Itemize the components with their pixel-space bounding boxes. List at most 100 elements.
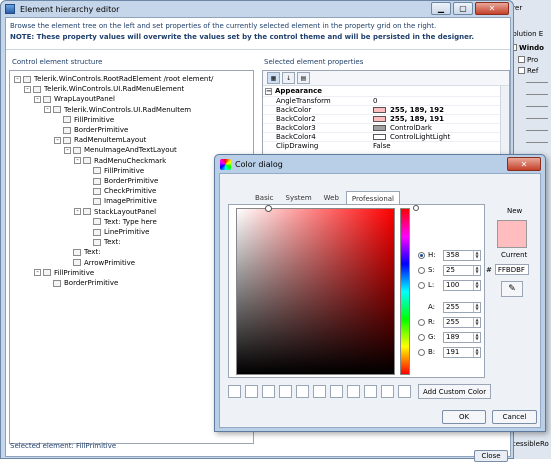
property-row[interactable]: ClipDrawing False bbox=[263, 141, 509, 150]
property-row[interactable]: BackColor3 ControlDark bbox=[263, 123, 509, 132]
tree-node[interactable]: FillPrimitive bbox=[84, 166, 144, 176]
alphabetical-button[interactable]: ↓ bbox=[282, 72, 295, 84]
collapse-icon[interactable]: - bbox=[54, 136, 61, 144]
custom-color-slot[interactable] bbox=[347, 385, 360, 398]
color-dialog-title-bar[interactable]: Color dialog bbox=[215, 155, 545, 173]
spinner-arrows-icon[interactable]: ▲ ▼ bbox=[473, 317, 480, 327]
close-button[interactable]: Close bbox=[474, 450, 508, 462]
radio-button[interactable] bbox=[418, 318, 425, 326]
tree-node[interactable]: Text: bbox=[64, 247, 101, 257]
numeric-spinner[interactable]: 358 ▲ ▼ bbox=[443, 249, 481, 261]
custom-color-slot[interactable] bbox=[381, 385, 394, 398]
property-value[interactable]: 255, 189, 192 bbox=[370, 106, 509, 114]
add-custom-color-button[interactable]: Add Custom Color bbox=[418, 384, 492, 399]
radio-button[interactable] bbox=[418, 266, 425, 274]
hex-input[interactable]: FFBDBF bbox=[494, 264, 529, 275]
custom-color-slot[interactable] bbox=[398, 385, 411, 398]
collapse-icon[interactable]: - bbox=[34, 269, 41, 277]
hue-slider[interactable] bbox=[400, 208, 410, 375]
spinner-arrows-icon[interactable]: ▲ ▼ bbox=[473, 250, 480, 260]
numeric-spinner[interactable]: 255 ▲ ▼ bbox=[443, 316, 481, 328]
tree-node[interactable]: Text: Type here bbox=[84, 217, 157, 227]
tree-node[interactable]: - FillPrimitive bbox=[34, 268, 94, 278]
spinner-arrows-icon[interactable]: ▲ ▼ bbox=[473, 347, 480, 357]
ide-tree-item[interactable]: Pro bbox=[518, 55, 538, 64]
tab-system[interactable]: System bbox=[281, 191, 317, 205]
numeric-spinner[interactable]: 191 ▲ ▼ bbox=[443, 346, 481, 358]
spinner-arrows-icon[interactable]: ▲ ▼ bbox=[473, 332, 480, 342]
tree-node[interactable]: Text: bbox=[84, 237, 121, 247]
tree-node[interactable]: - Telerik.WinControls.UI.RadMenuItem bbox=[44, 105, 191, 115]
collapse-icon[interactable]: - bbox=[24, 85, 31, 93]
radio-button[interactable] bbox=[418, 333, 425, 341]
tree-node[interactable]: BorderPrimitive bbox=[44, 278, 118, 288]
custom-color-slot[interactable] bbox=[279, 385, 292, 398]
custom-color-slot[interactable] bbox=[228, 385, 241, 398]
eyedropper-button[interactable]: ✎ bbox=[501, 281, 523, 297]
collapse-icon[interactable]: - bbox=[74, 208, 81, 216]
saturation-value-picker[interactable] bbox=[236, 208, 395, 375]
property-row[interactable]: BackColor4 ControlLightLight bbox=[263, 132, 509, 141]
tree-node[interactable]: LinePrimitive bbox=[84, 227, 149, 237]
numeric-spinner[interactable]: 100 ▲ ▼ bbox=[443, 279, 481, 291]
numeric-spinner[interactable]: 189 ▲ ▼ bbox=[443, 331, 481, 343]
tree-node[interactable]: BorderPrimitive bbox=[54, 125, 128, 135]
spinner-arrows-icon[interactable]: ▲ ▼ bbox=[473, 265, 480, 275]
property-row[interactable]: BackColor2 255, 189, 191 bbox=[263, 114, 509, 123]
tree-node[interactable]: - Telerik.WinControls.RootRadElement /roo… bbox=[14, 74, 213, 84]
tree-node[interactable]: - Telerik.WinControls.UI.RadMenuElement bbox=[24, 84, 184, 94]
property-row[interactable]: BackColor 255, 189, 192 bbox=[263, 105, 509, 114]
custom-color-slot[interactable] bbox=[296, 385, 309, 398]
radio-button[interactable] bbox=[418, 251, 425, 259]
property-value[interactable]: ControlDark bbox=[370, 124, 509, 132]
minimize-button[interactable]: ▁ bbox=[431, 2, 451, 15]
property-pages-button[interactable]: ▤ bbox=[297, 72, 310, 84]
custom-color-slot[interactable] bbox=[364, 385, 377, 398]
property-value[interactable]: ControlLightLight bbox=[370, 133, 509, 141]
radio-button[interactable] bbox=[418, 348, 425, 356]
tree-node[interactable]: - RadMenuCheckmark bbox=[74, 156, 166, 166]
property-value[interactable]: False bbox=[370, 142, 509, 150]
sv-cursor-handle[interactable] bbox=[265, 205, 272, 212]
property-value[interactable]: 255, 189, 191 bbox=[370, 115, 509, 123]
tab-basic[interactable]: Basic bbox=[250, 191, 279, 205]
collapse-icon[interactable]: − bbox=[265, 87, 272, 95]
property-value[interactable]: 0 bbox=[370, 97, 509, 105]
tree-node[interactable]: - MenuImageAndTextLayout bbox=[64, 145, 177, 155]
tab-web[interactable]: Web bbox=[319, 191, 344, 205]
collapse-icon[interactable]: - bbox=[14, 75, 21, 83]
custom-color-slot[interactable] bbox=[330, 385, 343, 398]
tree-node[interactable]: FillPrimitive bbox=[54, 115, 114, 125]
numeric-spinner[interactable]: 255 ▲ ▼ bbox=[443, 301, 481, 313]
collapse-icon[interactable]: - bbox=[74, 157, 81, 165]
close-window-button[interactable]: ✕ bbox=[475, 2, 509, 15]
collapse-icon[interactable]: - bbox=[34, 95, 41, 103]
maximize-button[interactable]: ▢ bbox=[453, 2, 473, 15]
ide-tree-item[interactable]: Ref bbox=[518, 66, 538, 75]
custom-color-slot[interactable] bbox=[245, 385, 258, 398]
collapse-icon[interactable]: - bbox=[64, 146, 71, 154]
spinner-arrows-icon[interactable]: ▲ ▼ bbox=[473, 280, 480, 290]
tree-node[interactable]: - StackLayoutPanel bbox=[74, 207, 156, 217]
tree-node[interactable]: ArrowPrimitive bbox=[64, 258, 135, 268]
categorized-button[interactable]: ▦ bbox=[267, 72, 280, 84]
tab-professional[interactable]: Professional bbox=[345, 191, 400, 205]
category-row[interactable]: − Appearance bbox=[263, 86, 509, 96]
property-row[interactable]: AngleTransform 0 bbox=[263, 96, 509, 105]
tree-node[interactable]: CheckPrimitive bbox=[84, 186, 156, 196]
ok-button[interactable]: OK bbox=[442, 410, 486, 424]
color-dialog-close-button[interactable]: ✕ bbox=[507, 157, 541, 171]
numeric-spinner[interactable]: 25 ▲ ▼ bbox=[443, 264, 481, 276]
cancel-button[interactable]: Cancel bbox=[492, 410, 537, 424]
tree-node[interactable]: - RadMenuItemLayout bbox=[54, 135, 146, 145]
ide-tree-item[interactable]: Windo bbox=[510, 43, 544, 52]
tree-node[interactable]: BorderPrimitive bbox=[84, 176, 158, 186]
custom-color-slot[interactable] bbox=[262, 385, 275, 398]
radio-button[interactable] bbox=[418, 281, 425, 289]
tree-node[interactable]: ImagePrimitive bbox=[84, 196, 157, 206]
collapse-icon[interactable]: - bbox=[44, 106, 51, 114]
custom-color-slot[interactable] bbox=[313, 385, 326, 398]
tree-node[interactable]: - WrapLayoutPanel bbox=[34, 94, 115, 104]
spinner-arrows-icon[interactable]: ▲ ▼ bbox=[473, 302, 480, 312]
hue-slider-handle[interactable] bbox=[413, 205, 419, 211]
